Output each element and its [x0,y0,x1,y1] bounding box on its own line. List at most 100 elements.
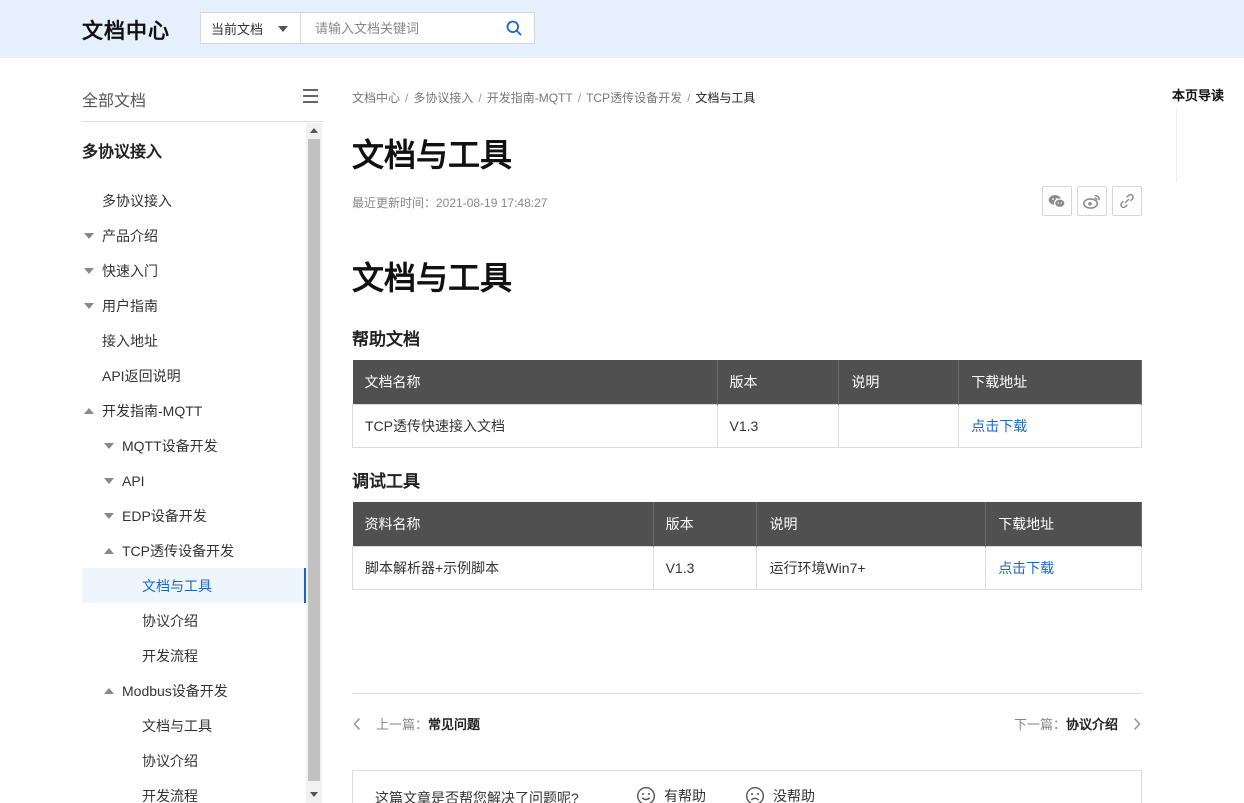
tool-name-cell: 脚本解析器+示例脚本 [352,545,654,590]
collapse-arrow-icon[interactable] [104,687,114,694]
download-link[interactable]: 点击下载 [998,560,1054,576]
sidebar-item[interactable]: EDP设备开发 [82,498,306,533]
last-updated-time: 最近更新时间：2021-08-19 17:48:27 [352,196,548,210]
search-icon [506,20,522,36]
sidebar-item[interactable]: Modbus设备开发 [82,673,306,708]
expand-arrow-icon[interactable] [84,267,94,274]
content-heading: 文档与工具 [352,260,513,296]
collapse-arrow-icon[interactable] [104,547,114,554]
sidebar-item[interactable]: API返回说明 [82,358,306,393]
sidebar-item[interactable]: 文档与工具 [82,708,306,743]
expand-arrow-icon[interactable] [104,442,114,449]
sidebar-item[interactable]: 开发流程 [82,778,306,803]
scroll-up-arrow-icon[interactable] [310,128,318,133]
breadcrumb-item[interactable]: 文档中心 [352,91,400,105]
breadcrumb-item[interactable]: TCP透传设备开发 [586,91,682,105]
expand-arrow-icon[interactable] [104,512,114,519]
sidebar-item-label: 开发指南-MQTT [102,402,203,419]
sidebar-item-label: 快速入门 [102,262,158,279]
search-button[interactable] [494,13,534,43]
help-docs-heading: 帮助文档 [352,330,420,349]
collapse-arrow-icon[interactable] [84,407,94,414]
sidebar-item[interactable]: API [82,463,306,498]
table-header: 下载地址 [985,502,1142,546]
sidebar-item[interactable]: 快速入门 [82,253,306,288]
sidebar-item-label: 用户指南 [102,297,158,314]
expand-arrow-icon[interactable] [84,232,94,239]
sidebar-item-label: 多协议接入 [102,192,172,209]
version-cell: V1.3 [652,545,758,590]
feedback-question: 这篇文章是否帮您解决了问题呢? [375,790,579,803]
search-input[interactable] [301,13,494,43]
description-cell: 运行环境Win7+ [756,545,987,590]
smile-icon [637,787,655,803]
table-header: 下载地址 [958,360,1142,404]
not-helpful-label: 没帮助 [773,788,815,803]
sidebar-item-label: 开发流程 [142,787,198,803]
table-row: 脚本解析器+示例脚本 V1.3 运行环境Win7+ 点击下载 [352,545,1142,590]
page-title: 文档与工具 [352,137,513,173]
scrollbar-thumb[interactable] [308,139,320,781]
sidebar-item[interactable]: 产品介绍 [82,218,306,253]
sidebar-item[interactable]: 接入地址 [82,323,306,358]
table-header: 说明 [756,502,987,546]
debug-tools-table: 资料名称 版本 说明 下载地址 脚本解析器+示例脚本 V1.3 运行环境Win7… [352,502,1142,590]
not-helpful-button[interactable]: 没帮助 [745,786,815,803]
sidebar-scrollbar[interactable] [306,123,322,803]
prev-article-link[interactable]: 上一篇： 常见问题 [352,714,480,733]
download-cell: 点击下载 [985,545,1142,590]
share-wechat-button[interactable] [1042,186,1072,216]
sidebar-item[interactable]: 协议介绍 [82,603,306,638]
menu-icon[interactable] [303,89,318,103]
helpful-label: 有帮助 [664,788,706,803]
table-row: TCP透传快速接入文档 V1.3 点击下载 [352,403,1142,448]
sidebar-nav: 多协议接入 多协议接入产品介绍快速入门用户指南接入地址 API返回说明开发指南-M… [82,123,306,803]
breadcrumb-item[interactable]: 开发指南-MQTT [487,91,573,105]
expand-arrow-icon[interactable] [84,302,94,309]
share-weibo-button[interactable] [1077,186,1107,216]
debug-tools-heading: 调试工具 [352,472,420,491]
breadcrumb-separator: / [577,91,582,105]
sidebar-section-title[interactable]: 多协议接入 [82,123,306,183]
sidebar-item[interactable]: 多协议接入 [82,183,306,218]
breadcrumb-separator: / [478,91,482,105]
sidebar-item[interactable]: 文档与工具 [82,568,306,603]
pager-divider [352,693,1142,694]
top-header: 文档中心 当前文档 [0,0,1244,58]
sidebar-item-label: 接入地址 [102,332,158,349]
sidebar-item[interactable]: MQTT设备开发 [82,428,306,463]
weibo-icon [1083,194,1101,209]
chevron-down-icon [278,26,288,32]
link-icon [1120,193,1134,209]
sidebar-item-label: 文档与工具 [142,717,212,734]
sidebar-item-label: Modbus设备开发 [122,682,228,699]
description-cell [838,403,960,448]
doc-name-cell: TCP透传快速接入文档 [352,403,718,448]
sidebar-item[interactable]: 用户指南 [82,288,306,323]
helpful-button[interactable]: 有帮助 [636,786,706,803]
prev-title: 常见问题 [428,717,481,732]
breadcrumb-separator: / [405,91,409,105]
sidebar-item-label: API返回说明 [102,367,181,384]
next-article-link[interactable]: 下一篇： 协议介绍 [1014,714,1142,733]
table-header: 资料名称 [352,502,654,546]
prev-label: 上一篇： [376,717,429,732]
sidebar-item[interactable]: TCP透传设备开发 [82,533,306,568]
breadcrumb-item[interactable]: 多协议接入 [413,91,473,105]
scroll-down-arrow-icon[interactable] [310,792,318,797]
download-link[interactable]: 点击下载 [971,418,1027,434]
sidebar-item[interactable]: 开发流程 [82,638,306,673]
next-label: 下一篇： [1013,717,1066,732]
sidebar-item[interactable]: 协议介绍 [82,743,306,778]
copy-link-button[interactable] [1112,186,1142,216]
sidebar-item[interactable]: 开发指南-MQTT [82,393,306,428]
table-header: 版本 [717,360,840,404]
sidebar-item-label: MQTT设备开发 [122,437,218,454]
sidebar-item-label: EDP设备开发 [122,507,207,524]
chevron-right-icon [1133,717,1141,730]
doc-center-logo[interactable]: 文档中心 [82,15,170,45]
help-docs-table: 文档名称 版本 说明 下载地址 TCP透传快速接入文档 V1.3 点击下载 [352,360,1142,448]
expand-arrow-icon[interactable] [104,477,114,484]
wechat-icon [1048,194,1066,208]
search-scope-select[interactable]: 当前文档 [201,13,301,43]
